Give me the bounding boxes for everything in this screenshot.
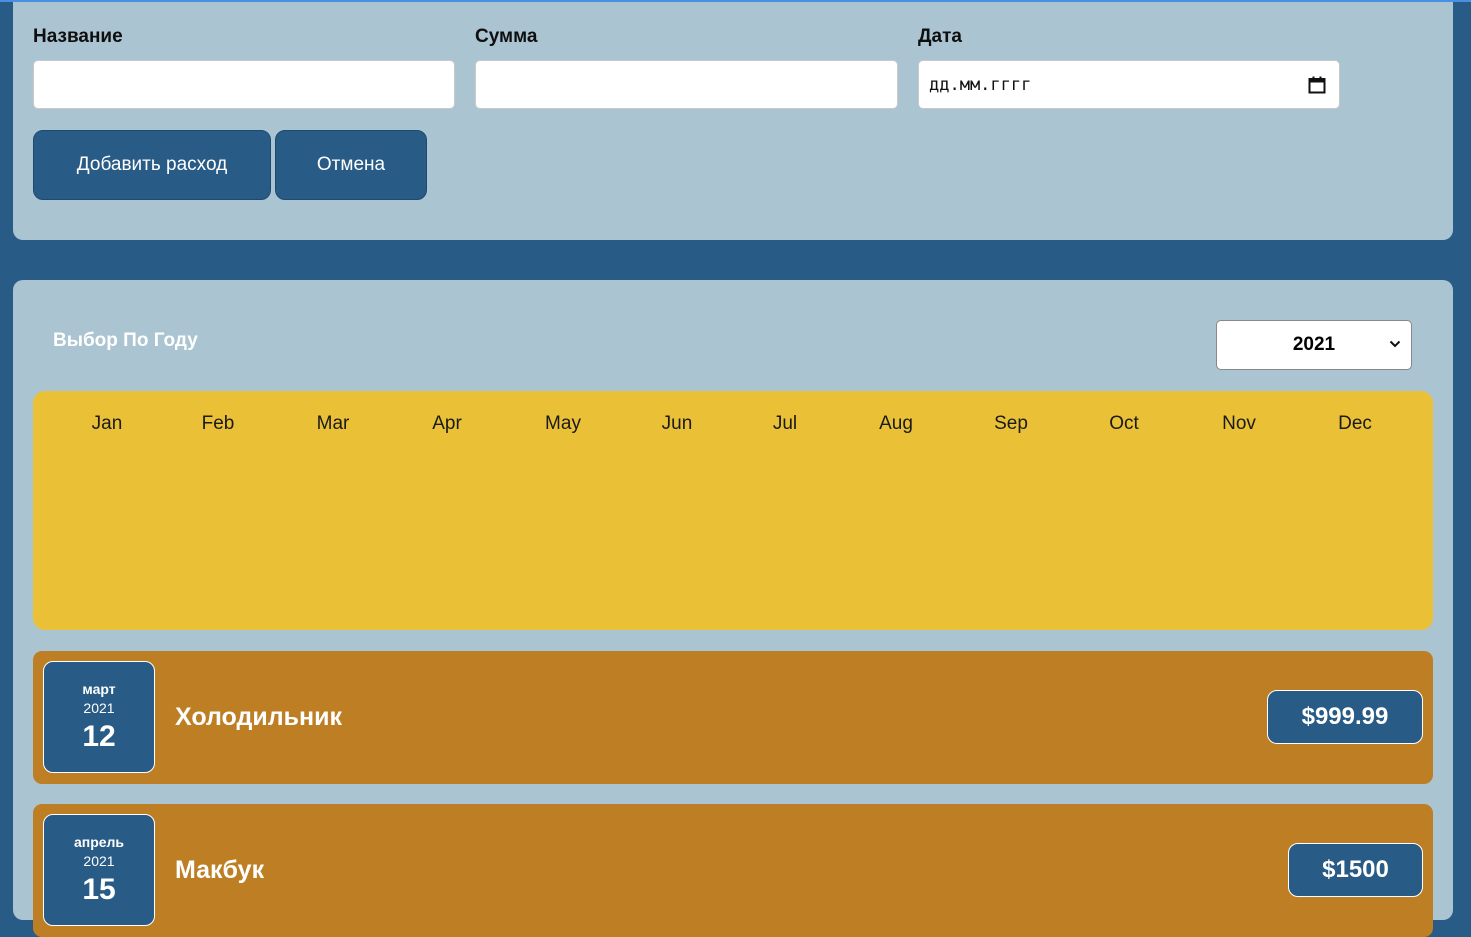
month-label-sep: Sep	[994, 413, 1028, 434]
add-expense-button[interactable]: Добавить расход	[33, 130, 271, 200]
amount-input[interactable]	[475, 60, 898, 109]
month-label-mar: Mar	[316, 413, 350, 434]
expenses-panel: Выбор По Году 2021 Jan Feb Mar Apr May Jun Jul…	[13, 280, 1453, 937]
title-input[interactable]	[33, 60, 455, 109]
month-label-feb: Feb	[201, 413, 235, 434]
expense-year: 2021	[83, 700, 115, 716]
expense-title: Холодильник	[175, 703, 342, 731]
expense-year: 2021	[83, 853, 115, 869]
month-label-oct: Oct	[1109, 413, 1139, 434]
expense-item: апрель 2021 15 Макбук $1500	[33, 804, 1433, 937]
date-input[interactable]: дд.мм.гггг	[918, 60, 1340, 109]
chevron-down-icon	[1389, 340, 1401, 348]
monthly-expenses-chart: Jan Feb Mar Apr May Jun Jul Aug Sep Oct Nov Dec	[33, 391, 1433, 630]
selected-year: 2021	[1292, 334, 1336, 355]
expense-date: апрель 2021 15	[43, 814, 155, 926]
expense-item: март 2021 12 Холодильник $999.99	[33, 651, 1433, 784]
month-label-dec: Dec	[1338, 413, 1372, 434]
expense-day: 15	[82, 873, 116, 906]
expense-day: 12	[82, 720, 116, 753]
month-label-apr: Apr	[432, 413, 462, 434]
month-label-aug: Aug	[879, 413, 913, 434]
new-expense-form: Название Сумма Дата дд.мм.гггг Добавить …	[13, 2, 1453, 240]
expense-month: март	[82, 681, 116, 697]
month-label-may: May	[545, 413, 581, 434]
amount-field: Сумма	[475, 24, 898, 109]
expense-title: Макбук	[175, 856, 265, 884]
title-label: Название	[33, 26, 123, 47]
month-label-jul: Jul	[772, 413, 798, 434]
date-placeholder: дд.мм.гггг	[929, 75, 1032, 95]
year-filter-label: Выбор По Году	[53, 330, 198, 351]
cancel-button[interactable]: Отмена	[275, 130, 427, 200]
month-label-nov: Nov	[1222, 413, 1256, 434]
calendar-icon[interactable]	[1308, 76, 1326, 94]
expense-month: апрель	[73, 834, 125, 850]
title-field: Название	[33, 24, 455, 109]
date-label: Дата	[918, 26, 962, 47]
expense-date: март 2021 12	[43, 661, 155, 773]
date-field: Дата дд.мм.гггг	[918, 24, 1340, 109]
amount-label: Сумма	[475, 26, 538, 47]
expense-amount: $999.99	[1267, 690, 1423, 744]
month-label-jun: Jun	[661, 413, 693, 434]
year-select[interactable]: 2021	[1216, 320, 1412, 370]
expense-amount: $1500	[1288, 843, 1423, 897]
month-label-jan: Jan	[91, 413, 123, 434]
